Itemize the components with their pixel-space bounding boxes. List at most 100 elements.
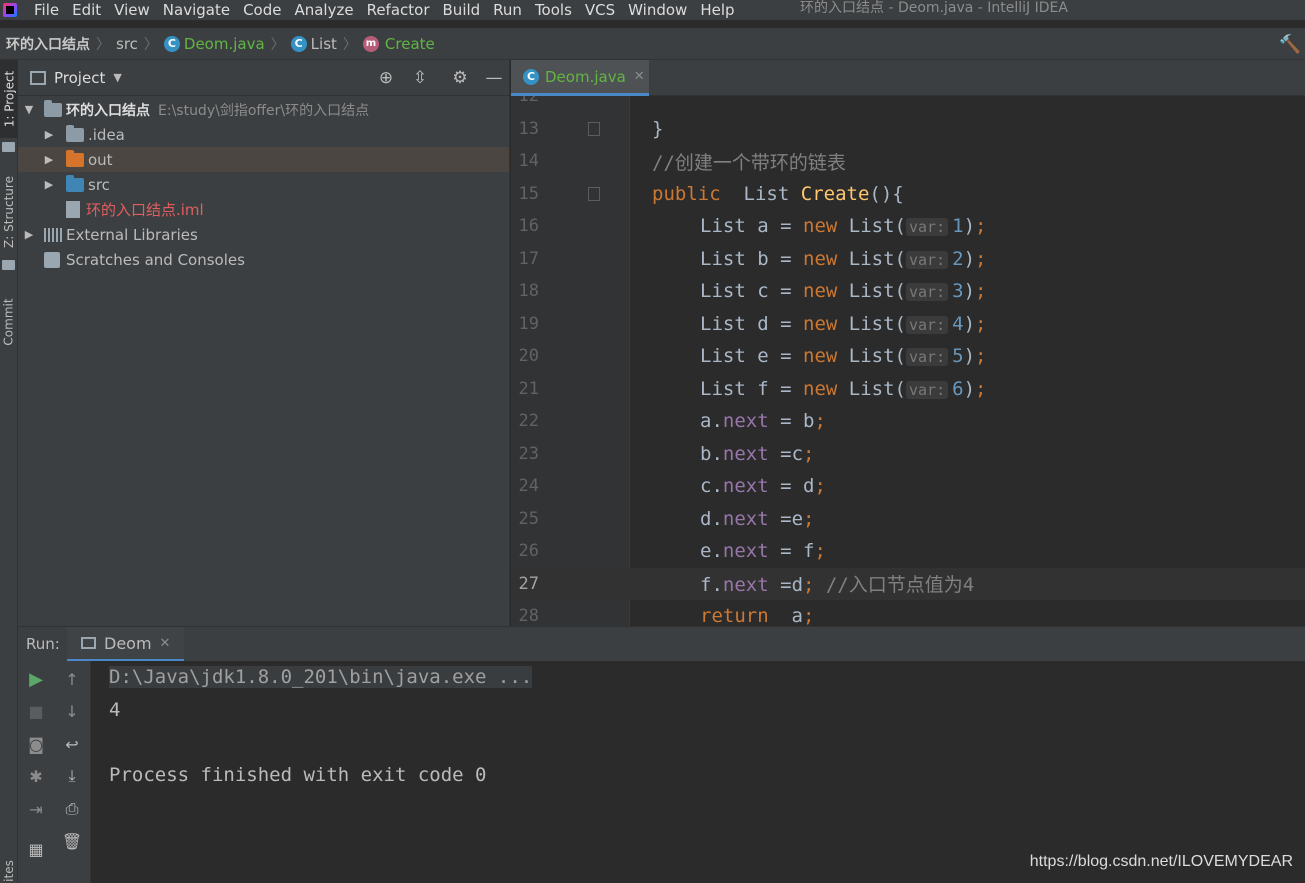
menu-edit[interactable]: Edit [72, 0, 101, 20]
code-text: d.next =e; [700, 507, 815, 530]
menu-view[interactable]: View [114, 0, 150, 20]
up-arrow-icon[interactable]: ↑ [62, 669, 82, 689]
exit-icon[interactable]: ⇥ [26, 799, 46, 819]
tool-tab-commit[interactable]: Commit [0, 292, 18, 352]
tree-item-scratches[interactable]: Scratches and Consoles [18, 247, 509, 272]
line-number: 20 [518, 346, 539, 367]
menu-window[interactable]: Window [628, 0, 687, 20]
breadcrumb-separator-icon: 〉 [96, 36, 110, 53]
console-exit-line: Process finished with exit code 0 [109, 764, 487, 786]
project-panel-title[interactable]: Project [54, 69, 105, 87]
down-arrow-icon[interactable]: ↓ [62, 701, 82, 721]
tree-item-label: 环的入口结点 [66, 102, 150, 119]
console-output[interactable]: D:\Java\jdk1.8.0_201\bin\java.exe ... 4 … [91, 661, 1305, 883]
trash-icon[interactable]: 🗑 [62, 831, 82, 851]
collapsed-arrow-icon[interactable]: ▶ [42, 178, 56, 191]
parameter-hint: var: [906, 348, 949, 367]
breadcrumb-src[interactable]: src [116, 35, 138, 53]
fold-end-icon[interactable] [588, 121, 600, 136]
folder-icon [66, 124, 84, 142]
tree-item-label: 环的入口结点.iml [86, 201, 204, 219]
scroll-to-end-icon[interactable]: ⤓ [62, 766, 82, 786]
close-icon[interactable]: ✕ [634, 69, 645, 84]
breadcrumb-project[interactable]: 环的入口结点 [6, 34, 90, 54]
menu-help[interactable]: Help [700, 0, 734, 20]
tree-item-idea[interactable]: ▶ .idea [18, 122, 509, 147]
tool-tab-favorites[interactable]: ites [0, 856, 18, 883]
collapsed-arrow-icon[interactable]: ▶ [42, 153, 56, 166]
menu-run[interactable]: Run [493, 0, 522, 20]
tree-item-out[interactable]: ▶ out [18, 147, 509, 172]
code-line: 12 [511, 96, 1305, 113]
tab-deom-java[interactable]: C Deom.java ✕ [511, 60, 649, 96]
code-line-current: 27 f.next =d; //入口节点值为4 [511, 567, 1305, 600]
code-text: List c = new List(var: 3); [700, 280, 987, 303]
class-icon: C [290, 35, 307, 52]
scratches-icon [44, 251, 60, 268]
menu-refactor[interactable]: Refactor [367, 0, 430, 20]
menu-code[interactable]: Code [243, 0, 281, 20]
fold-start-icon[interactable] [588, 186, 600, 201]
code-line: 25 d.next =e; [511, 503, 1305, 536]
menu-file[interactable]: File [34, 0, 59, 20]
code-text: List e = new List(var: 5); [700, 345, 987, 368]
run-tab-deom[interactable]: Deom ✕ [67, 627, 184, 662]
soft-wrap-icon[interactable]: ↩ [62, 734, 82, 754]
menu-navigate[interactable]: Navigate [163, 0, 230, 20]
project-panel: Project ▼ ⊕ ⇳ ⚙ — ▼ 环的入口结点 E:\study\剑指of… [18, 60, 510, 626]
hide-panel-icon[interactable]: — [484, 68, 504, 88]
line-number: 26 [518, 541, 539, 562]
breadcrumb-method[interactable]: m Create [362, 35, 435, 53]
code-line: 28 return a; [511, 600, 1305, 626]
tree-item-external-libraries[interactable]: ▶ External Libraries [18, 222, 509, 247]
breadcrumb-class[interactable]: C List [290, 35, 337, 53]
debug-icon[interactable]: ✱ [26, 766, 46, 786]
stop-icon[interactable]: ■ [26, 701, 46, 721]
line-number: 24 [518, 476, 539, 497]
chevron-down-icon[interactable]: ▼ [113, 71, 121, 84]
collapsed-arrow-icon[interactable]: ▶ [42, 128, 56, 141]
menu-vcs[interactable]: VCS [585, 0, 615, 20]
menu-build[interactable]: Build [443, 0, 481, 20]
window-title: 环的入口结点 - Deom.java - IntelliJ IDEA [800, 0, 1068, 16]
run-tab-label: Deom [104, 633, 152, 653]
console-output-line: 4 [109, 699, 121, 721]
expanded-arrow-icon[interactable]: ▼ [22, 103, 36, 116]
code-line: 15 public List Create(){ [511, 178, 1305, 211]
line-number: 28 [518, 606, 539, 626]
menu-tools[interactable]: Tools [535, 0, 572, 20]
collapse-all-icon[interactable]: ⇳ [410, 68, 430, 88]
code-line: 18 List c = new List(var: 3); [511, 275, 1305, 308]
line-number: 17 [518, 248, 539, 269]
editor-tab-bar: C Deom.java ✕ [511, 60, 1305, 96]
code-text: f.next =d; //入口节点值为4 [700, 574, 975, 597]
code-comment: //创建一个带环的链表 [652, 151, 846, 174]
menu-analyze[interactable]: Analyze [294, 0, 353, 20]
code-text: b.next =c; [700, 442, 815, 465]
tree-item-root[interactable]: ▼ 环的入口结点 E:\study\剑指offer\环的入口结点 [18, 97, 509, 122]
rerun-icon[interactable]: ▶ [26, 669, 46, 690]
print-icon[interactable]: ⎙ [62, 799, 82, 819]
collapsed-arrow-icon[interactable]: ▶ [22, 228, 36, 241]
code-editor[interactable]: 12 13 } 14 //创建一个带环的链表 15 public List Cr… [511, 96, 1305, 626]
console-icon [81, 637, 96, 649]
folder-icon [2, 142, 15, 152]
locate-icon[interactable]: ⊕ [376, 68, 396, 88]
close-icon[interactable]: ✕ [160, 636, 171, 651]
breadcrumb-file[interactable]: C Deom.java [163, 35, 265, 53]
tree-item-iml[interactable]: 环的入口结点.iml [18, 197, 509, 222]
camera-icon[interactable]: ◙ [26, 734, 46, 754]
build-hammer-icon[interactable]: 🔨 [1279, 34, 1301, 55]
tree-item-src[interactable]: ▶ src [18, 172, 509, 197]
tool-tab-structure[interactable]: Z: Structure [0, 172, 18, 252]
breadcrumb-separator-icon: 〉 [143, 36, 158, 53]
code-text: a.next = b; [700, 410, 826, 433]
layout-icon[interactable]: ▦ [26, 839, 46, 859]
line-number: 18 [518, 281, 539, 302]
gear-icon[interactable]: ⚙ [450, 68, 470, 88]
parameter-hint: var: [906, 380, 949, 399]
code-text: List b = new List(var: 2); [700, 247, 987, 270]
tool-tab-project[interactable]: 1: Project [0, 60, 18, 138]
breadcrumb-separator-icon: 〉 [342, 36, 357, 53]
parameter-hint: var: [906, 283, 949, 302]
